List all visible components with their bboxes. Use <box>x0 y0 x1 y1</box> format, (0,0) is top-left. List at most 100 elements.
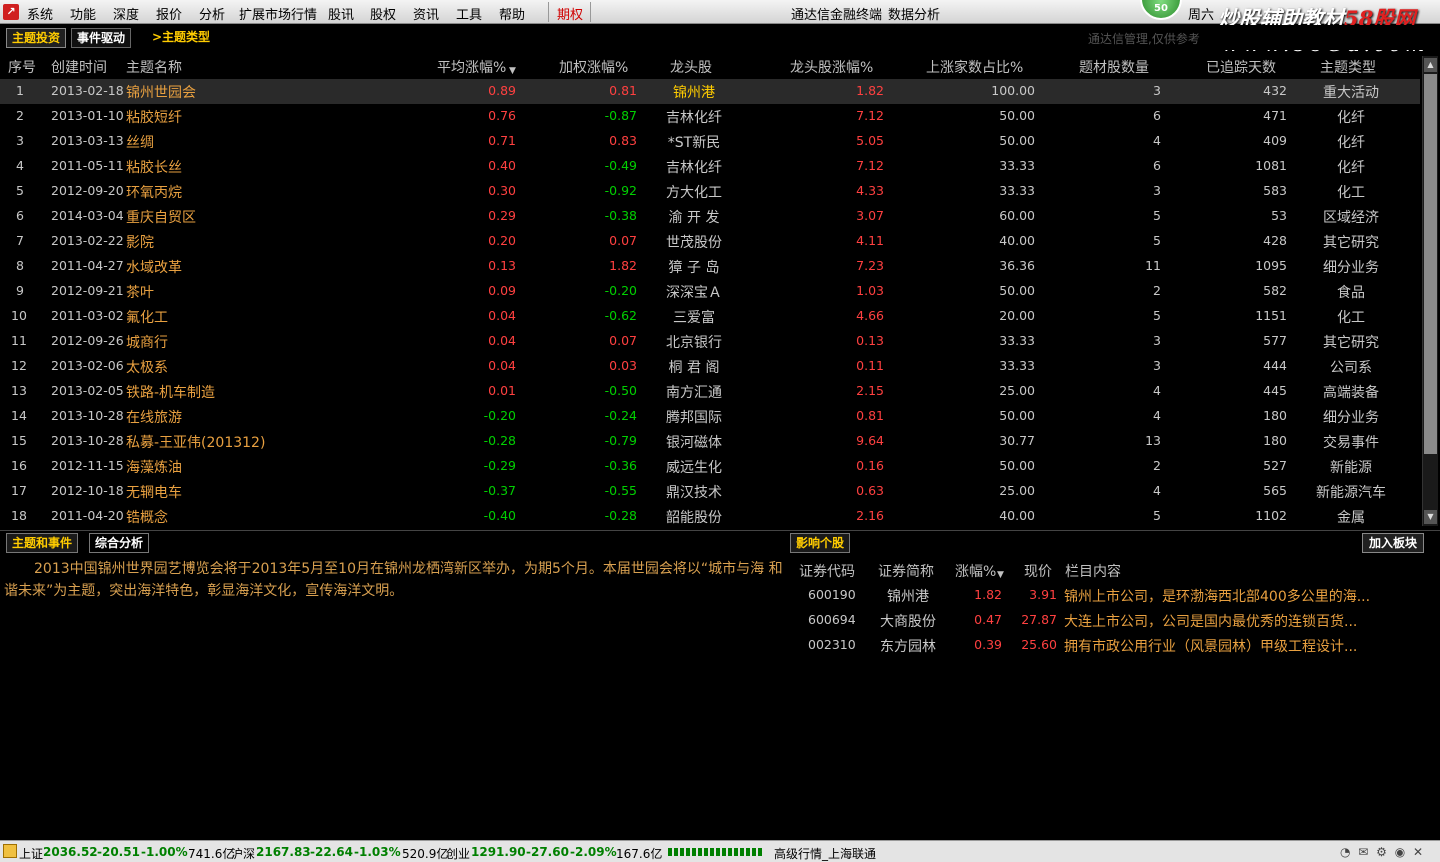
scroll-thumb[interactable] <box>1424 74 1437 454</box>
tab-theme-investment[interactable]: 主题投资 <box>6 28 67 48</box>
hs-label[interactable]: 沪深 <box>231 845 255 862</box>
table-row[interactable]: 6 2014-03-04 重庆自贸区 0.29 -0.38 渝 开 发 3.07 60.00 5… <box>0 204 1420 229</box>
table-row[interactable]: 10 2011-03-02 氟化工 0.04 -0.62 三爱富 4.66 20.00 5 115… <box>0 304 1420 329</box>
menu-help[interactable]: 帮助 <box>499 4 525 23</box>
menu-stock-news[interactable]: 股讯 <box>328 4 354 23</box>
table-row[interactable]: 12 2013-02-06 太极系 0.04 0.03 桐 君 阁 0.11 33.33 3 44… <box>0 354 1420 379</box>
menu-analysis[interactable]: 分析 <box>199 4 225 23</box>
table-row[interactable]: 1 2013-02-18 锦州世园会 0.89 0.81 锦州港 1.82 100.00 3 43… <box>0 79 1420 104</box>
table-row[interactable]: 18 2011-04-20 锆概念 -0.40 -0.28 韶能股份 2.16 40.00 5 1… <box>0 504 1420 529</box>
cell-lead: 鼎汉技术 <box>666 485 722 501</box>
table-row[interactable]: 9 2012-09-21 茶叶 0.09 -0.20 深深宝Ａ 1.03 50.00 2 582 食… <box>0 279 1420 304</box>
col-up-ratio[interactable]: 上涨家数占比% <box>926 57 1023 77</box>
cell-avg: -0.20 <box>483 408 516 423</box>
add-to-block-button[interactable]: 加入板块 <box>1362 533 1425 553</box>
cell-name: 私募-王亚伟(201312) <box>126 435 266 451</box>
tab-event-driven[interactable]: 事件驱动 <box>71 28 132 48</box>
cell-name: 重庆自贸区 <box>126 210 196 226</box>
col-theme-type[interactable]: 主题类型 <box>1320 57 1376 77</box>
table-row[interactable]: 7 2013-02-22 影院 0.20 0.07 世茂股份 4.11 40.00 5 428 其它… <box>0 229 1420 254</box>
scroll-down-icon[interactable]: ▼ <box>1424 510 1437 524</box>
stock-row[interactable]: 600694 大商股份 0.47 27.87 大连上市公司，公司是国内最优秀的连锁百货.… <box>792 608 1422 633</box>
cell-name: 粘胶长丝 <box>126 160 182 176</box>
cell-date: 2014-03-04 <box>51 208 124 223</box>
cell-leadchg: 7.12 <box>856 158 884 173</box>
col-content[interactable]: 栏目内容 <box>1065 561 1121 581</box>
cell-lead: 世茂股份 <box>666 235 722 251</box>
table-row[interactable]: 16 2012-11-15 海藻炼油 -0.29 -0.36 威远生化 0.16 50.00 2… <box>0 454 1420 479</box>
cy-pct: -2.09% <box>570 845 617 859</box>
col-price[interactable]: 现价 <box>1024 561 1052 581</box>
score-badge[interactable]: 50 <box>1140 0 1182 20</box>
col-change[interactable]: 涨幅% <box>955 561 996 581</box>
col-leader-change[interactable]: 龙头股涨幅% <box>790 57 873 77</box>
menu-system[interactable]: 系统 <box>27 4 53 23</box>
table-row[interactable]: 5 2012-09-20 环氧丙烷 0.30 -0.92 方大化工 4.33 33.33 3 58… <box>0 179 1420 204</box>
cell-lead: 南方汇通 <box>666 385 722 401</box>
table-row[interactable]: 17 2012-10-18 无辋电车 -0.37 -0.55 鼎汉技术 0.63 25.00 4… <box>0 479 1420 504</box>
app-logo-icon[interactable]: ↗ <box>3 4 19 20</box>
scroll-up-icon[interactable]: ▲ <box>1424 58 1437 72</box>
menu-options[interactable]: 期权 <box>557 4 583 23</box>
table-row[interactable]: 4 2011-05-11 粘胶长丝 0.40 -0.49 吉林化纤 7.12 33.33 6 10… <box>0 154 1420 179</box>
tab-comprehensive[interactable]: 综合分析 <box>89 533 150 553</box>
col-index[interactable]: 序号 <box>8 57 36 77</box>
cell-wavg: -0.36 <box>604 458 637 473</box>
cell-leadchg: 3.07 <box>856 208 884 223</box>
cell-wavg: 0.03 <box>609 358 637 373</box>
menu-data-analysis[interactable]: 数据分析 <box>888 4 940 23</box>
sort-desc-icon[interactable]: ▼ <box>997 570 1004 580</box>
table-row[interactable]: 2 2013-01-10 粘胶短纤 0.76 -0.87 吉林化纤 7.12 50.00 6 47… <box>0 104 1420 129</box>
cy-label[interactable]: 创业 <box>446 845 470 862</box>
cell-cnt: 3 <box>1153 83 1161 98</box>
cell-date: 2013-02-22 <box>51 233 124 248</box>
tab-affected-stocks[interactable]: 影响个股 <box>790 533 851 553</box>
cell-cnt: 4 <box>1153 383 1161 398</box>
table-row[interactable]: 3 2013-03-13 丝绸 0.71 0.83 *ST新民 5.05 50.00 4 409 化… <box>0 129 1420 154</box>
menu-equity[interactable]: 股权 <box>370 4 396 23</box>
cell-wavg: -0.49 <box>604 158 637 173</box>
menu-extended-market[interactable]: 扩展市场行情 <box>239 4 317 23</box>
menu-info[interactable]: 资讯 <box>413 4 439 23</box>
col-avg-change[interactable]: 平均涨幅% <box>437 57 506 77</box>
market-icon[interactable] <box>3 844 17 858</box>
table-row[interactable]: 14 2013-10-28 在线旅游 -0.20 -0.24 腾邦国际 0.81 50.00 4… <box>0 404 1420 429</box>
stock-row[interactable]: 002310 东方园林 0.39 25.60 拥有市政公用行业（风景园林）甲级工程设计.… <box>792 633 1422 658</box>
table-row[interactable]: 11 2012-09-26 城商行 0.04 0.07 北京银行 0.13 33.33 3 577… <box>0 329 1420 354</box>
sh-pct: -1.00% <box>141 845 188 859</box>
sort-desc-icon[interactable]: ▼ <box>509 66 516 76</box>
col-theme-name[interactable]: 主题名称 <box>126 57 182 77</box>
feed-source[interactable]: 高级行情_上海联通 <box>774 845 876 862</box>
col-stock-count[interactable]: 题材股数量 <box>1079 57 1149 77</box>
stock-row[interactable]: 600190 锦州港 1.82 3.91 锦州上市公司，是环渤海西北部400多公里的海.… <box>792 583 1422 608</box>
menu-quote[interactable]: 报价 <box>156 4 182 23</box>
cell-avg: 0.04 <box>488 358 516 373</box>
tab-theme-type[interactable]: >主题类型 <box>147 28 215 48</box>
cell-cnt: 5 <box>1153 308 1161 323</box>
cell-cnt: 13 <box>1145 433 1161 448</box>
cell-leadchg: 2.15 <box>856 383 884 398</box>
col-code[interactable]: 证券代码 <box>799 561 855 581</box>
tab-theme-events[interactable]: 主题和事件 <box>6 533 79 553</box>
col-short-name[interactable]: 证券简称 <box>878 561 934 581</box>
col-weighted-change[interactable]: 加权涨幅% <box>559 57 628 77</box>
cell-wavg: -0.50 <box>604 383 637 398</box>
menu-depth[interactable]: 深度 <box>113 4 139 23</box>
cell-wavg: -0.79 <box>604 433 637 448</box>
cell-no: 14 <box>11 408 27 423</box>
menu-tools[interactable]: 工具 <box>456 4 482 23</box>
menu-function[interactable]: 功能 <box>70 4 96 23</box>
table-row[interactable]: 8 2011-04-27 水域改革 0.13 1.82 獐 子 岛 7.23 36.36 11 1… <box>0 254 1420 279</box>
table-row[interactable]: 15 2013-10-28 私募-王亚伟(201312) -0.28 -0.79 银河磁体… <box>0 429 1420 454</box>
system-tray-icons[interactable]: ◔ ✉ ⚙ ◉ ✕ <box>1340 845 1425 859</box>
vertical-scrollbar[interactable]: ▲ ▼ <box>1422 56 1438 526</box>
sh-label[interactable]: 上证 <box>19 845 43 862</box>
menu-terminal-title[interactable]: 通达信金融终端 <box>791 4 882 23</box>
cell-days: 53 <box>1271 208 1287 223</box>
col-tracked-days[interactable]: 已追踪天数 <box>1206 57 1276 77</box>
col-leader[interactable]: 龙头股 <box>670 57 712 77</box>
cell-avg: 0.29 <box>488 208 516 223</box>
col-created[interactable]: 创建时间 <box>51 57 107 77</box>
table-row[interactable]: 13 2013-02-05 铁路-机车制造 0.01 -0.50 南方汇通 2.15 25.0… <box>0 379 1420 404</box>
cell-avg: 0.40 <box>488 158 516 173</box>
